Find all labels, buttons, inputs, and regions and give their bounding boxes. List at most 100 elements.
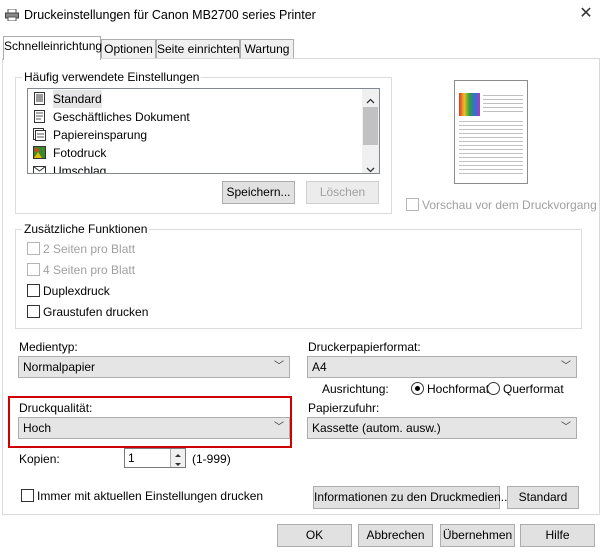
preview-color-image [459, 93, 480, 116]
two-pages-checkbox[interactable] [27, 242, 40, 255]
duplex-checkbox[interactable] [27, 284, 40, 297]
delete-button[interactable]: Löschen [306, 181, 379, 204]
standard-page-icon [33, 92, 46, 105]
media-info-button-label: Informationen zu den Druckmedien... [314, 490, 511, 504]
common-settings-list[interactable]: Standard Geschäftliches Dokument Papiere… [27, 88, 380, 174]
copies-spinner[interactable]: 1 [124, 448, 186, 468]
ok-button[interactable]: OK [277, 524, 352, 547]
paper-size-label: Druckerpapierformat: [308, 340, 421, 354]
list-item[interactable]: Standard [30, 90, 360, 108]
chevron-down-icon: ﹀ [561, 361, 571, 372]
paper-saving-icon [33, 128, 46, 141]
page-preview [454, 80, 528, 184]
printer-icon [5, 8, 19, 22]
preview-line [483, 107, 523, 108]
preview-line [459, 173, 523, 174]
four-pages-label: 4 Seiten pro Blatt [43, 263, 136, 277]
preview-line [459, 153, 523, 154]
cancel-button[interactable]: Abbrechen [358, 524, 433, 547]
preview-line [459, 125, 523, 126]
preview-line [459, 121, 523, 122]
tab-label: Seite einrichten [157, 42, 240, 56]
list-item[interactable]: Papiereinsparung [30, 126, 360, 144]
list-item[interactable]: Umschlag [30, 162, 360, 173]
preview-line [459, 133, 523, 134]
media-type-select[interactable]: Normalpapier ﹀ [18, 356, 290, 378]
delete-button-label: Löschen [319, 185, 366, 199]
list-item[interactable]: Fotodruck [30, 144, 360, 162]
four-pages-checkbox[interactable] [27, 263, 40, 276]
title-bar: Druckeinstellungen für Canon MB2700 seri… [0, 0, 600, 30]
preview-line [459, 165, 523, 166]
portrait-label: Hochformat [427, 382, 490, 396]
landscape-radio[interactable] [487, 382, 500, 395]
list-item-label: Standard [53, 90, 102, 108]
always-print-checkbox[interactable] [21, 489, 34, 502]
orientation-label: Ausrichtung: [322, 382, 389, 396]
cancel-button-label: Abbrechen [366, 528, 425, 542]
chevron-down-icon: ﹀ [274, 422, 284, 433]
preview-line [483, 111, 523, 112]
preview-checkbox-label: Vorschau vor dem Druckvorgang [422, 198, 597, 212]
close-icon[interactable]: ✕ [578, 6, 594, 22]
paper-source-value: Kassette (autom. ausw.) [312, 421, 441, 435]
ok-button-label: OK [305, 528, 324, 542]
preview-line [459, 161, 523, 162]
save-button-label: Speichern... [226, 185, 291, 199]
copies-value: 1 [128, 451, 135, 465]
save-button[interactable]: Speichern... [222, 181, 295, 204]
print-quality-select[interactable]: Hoch ﹀ [18, 417, 290, 439]
preview-line [459, 137, 523, 138]
preview-line [459, 157, 523, 158]
photo-icon [33, 146, 46, 159]
help-button-label: Hilfe [545, 528, 570, 542]
paper-size-select[interactable]: A4 ﹀ [307, 356, 577, 378]
tab-label: Schnelleinrichtung [4, 39, 103, 53]
standard-button-label: Standard [518, 490, 568, 504]
media-info-button[interactable]: Informationen zu den Druckmedien... [313, 486, 511, 509]
tab-page-setup[interactable]: Seite einrichten [156, 39, 240, 59]
preview-line [459, 141, 523, 142]
document-icon [33, 110, 46, 123]
common-settings-title: Häufig verwendete Einstellungen [22, 70, 202, 84]
grayscale-label: Graustufen drucken [43, 305, 149, 319]
list-item[interactable]: Geschäftliches Dokument [30, 108, 360, 126]
tab-options[interactable]: Optionen [101, 39, 156, 59]
scroll-down-icon[interactable] [366, 162, 375, 173]
chevron-down-icon: ﹀ [561, 422, 571, 433]
scroll-thumb[interactable] [363, 107, 378, 145]
copies-label: Kopien: [19, 452, 60, 466]
scroll-up-icon[interactable] [366, 93, 375, 104]
media-type-label: Medientyp: [19, 340, 78, 354]
preview-line [459, 129, 523, 130]
standard-button[interactable]: Standard [507, 486, 579, 509]
list-scrollbar[interactable] [362, 89, 379, 173]
radio-dot [415, 386, 420, 391]
paper-source-select[interactable]: Kassette (autom. ausw.) ﹀ [307, 417, 577, 439]
apply-button[interactable]: Übernehmen [440, 524, 515, 547]
help-button[interactable]: Hilfe [520, 524, 595, 547]
tab-maintenance[interactable]: Wartung [240, 39, 294, 59]
envelope-icon [33, 164, 46, 173]
tab-label: Optionen [104, 42, 153, 56]
tab-quick-setup[interactable]: Schnelleinrichtung [3, 36, 103, 60]
chevron-down-icon: ﹀ [274, 361, 284, 372]
preview-checkbox[interactable] [406, 198, 419, 211]
preview-line [459, 169, 523, 170]
landscape-label: Querformat [503, 382, 564, 396]
print-quality-value: Hoch [23, 421, 52, 435]
always-print-label: Immer mit aktuellen Einstellungen drucke… [37, 489, 264, 503]
grayscale-checkbox[interactable] [27, 305, 40, 318]
two-pages-label: 2 Seiten pro Blatt [43, 242, 136, 256]
copies-down-button[interactable] [170, 458, 185, 467]
portrait-radio[interactable] [411, 382, 424, 395]
list-item-label: Fotodruck [53, 146, 107, 160]
copies-range: (1-999) [192, 452, 231, 466]
tab-label: Wartung [244, 42, 290, 56]
duplex-label: Duplexdruck [43, 284, 110, 298]
media-type-value: Normalpapier [23, 360, 96, 374]
paper-size-value: A4 [312, 360, 327, 374]
list-item-label: Papiereinsparung [53, 128, 148, 142]
preview-line [483, 95, 523, 96]
preview-line [483, 99, 523, 100]
